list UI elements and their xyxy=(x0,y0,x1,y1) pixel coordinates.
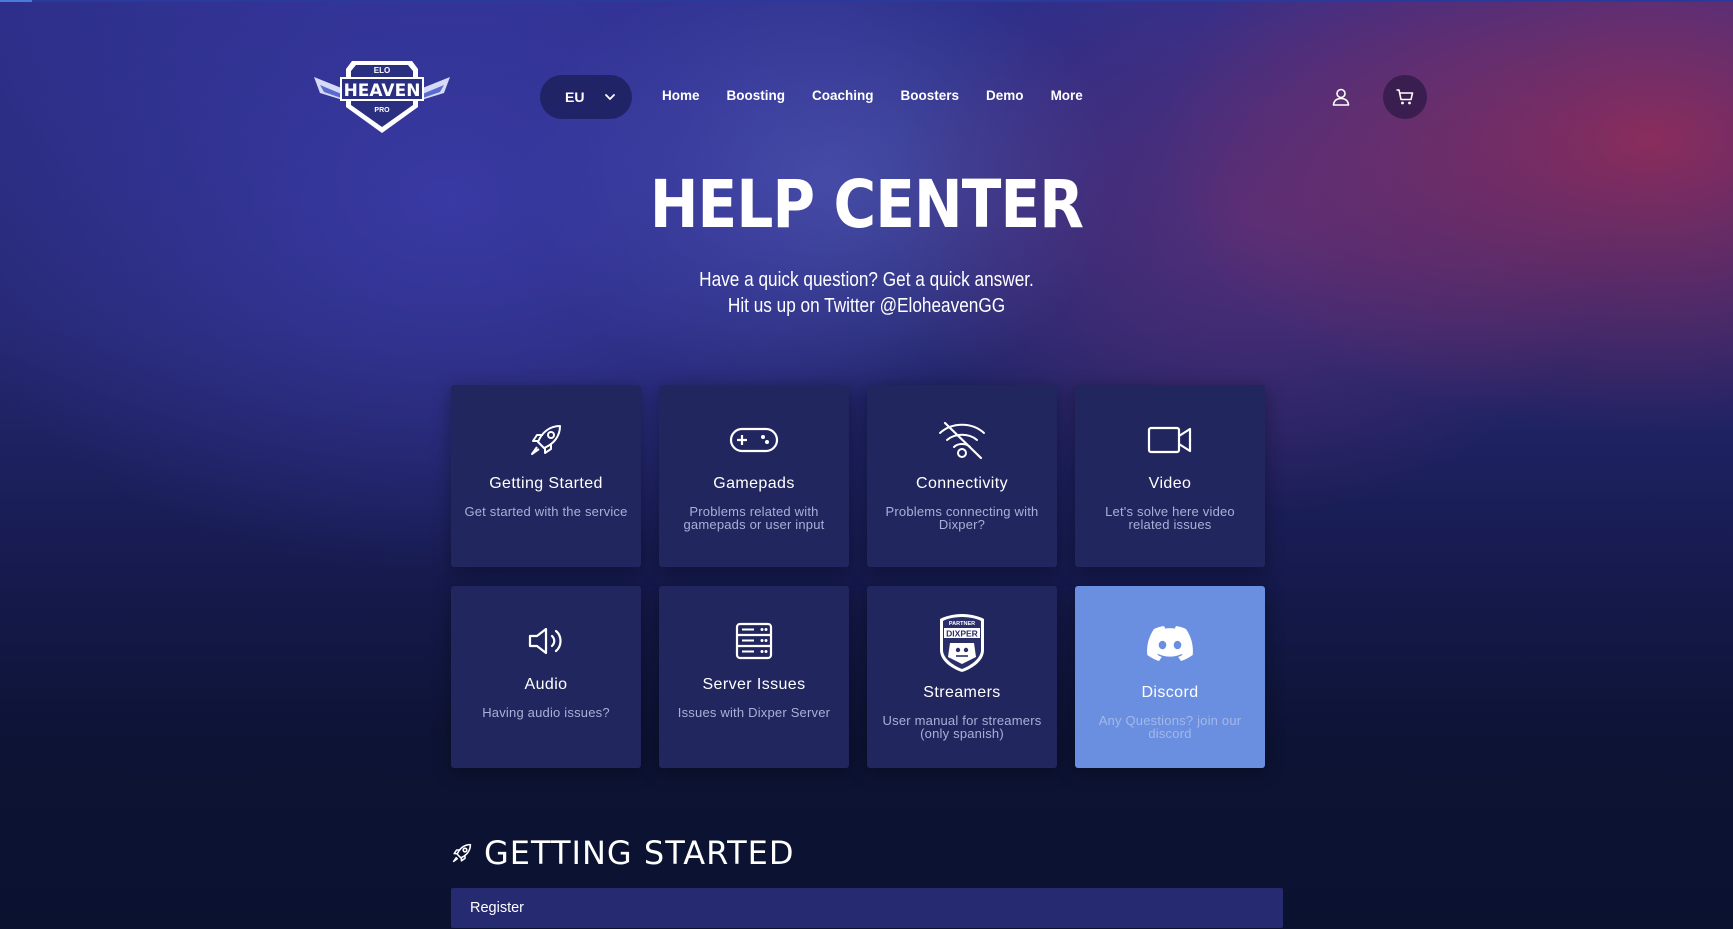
cart-icon xyxy=(1396,89,1414,105)
video-icon xyxy=(1147,419,1193,461)
card-description: Issues with Dixper Server xyxy=(677,705,831,720)
svg-text:ELO: ELO xyxy=(374,66,390,75)
category-card-discord[interactable]: Discord Any Questions? join our discord xyxy=(1075,586,1265,768)
rocket-icon xyxy=(452,843,472,863)
section-title: GETTING STARTED xyxy=(484,834,795,872)
main-nav: Home Boosting Coaching Boosters Demo Mor… xyxy=(662,88,1110,103)
category-card-streamers[interactable]: PARTNER DIXPER Streamers User manual for… xyxy=(867,586,1057,768)
wifi-off-icon xyxy=(937,419,987,461)
cart-button[interactable] xyxy=(1383,75,1427,119)
card-title: Discord xyxy=(1141,684,1199,701)
card-title: Audio xyxy=(524,676,568,693)
card-description: Let's solve here video related issues xyxy=(1105,504,1235,532)
card-title: Gamepads xyxy=(713,475,795,492)
top-progress-line xyxy=(0,0,1733,2)
svg-text:PARTNER: PARTNER xyxy=(949,621,975,627)
card-description: Problems connecting with Dixper? xyxy=(885,504,1039,532)
site-logo[interactable]: ELO HEAVEN PRO xyxy=(310,55,454,135)
hero-subtitle-line2: Hit us up on Twitter @EloheavenGG xyxy=(727,295,1006,317)
card-description: Problems related with gamepads or user i… xyxy=(683,504,825,532)
page: ELO HEAVEN PRO EU Home Boosting Coaching… xyxy=(0,0,1733,929)
card-title: Video xyxy=(1148,475,1192,492)
hero-subtitle-line1: Have a quick question? Get a quick answe… xyxy=(699,269,1034,291)
card-title: Connectivity xyxy=(916,475,1008,492)
svg-text:HEAVEN: HEAVEN xyxy=(344,81,421,101)
speaker-icon xyxy=(526,620,566,662)
svg-text:DIXPER: DIXPER xyxy=(946,629,978,639)
nav-demo[interactable]: Demo xyxy=(986,88,1024,103)
nav-more[interactable]: More xyxy=(1051,88,1083,103)
card-description: User manual for streamers (only spanish) xyxy=(882,713,1042,741)
dixper-partner-badge-icon: PARTNER DIXPER xyxy=(937,612,987,674)
page-title: HELP CENTER xyxy=(649,166,1084,243)
chevron-down-icon xyxy=(605,94,615,101)
faq-item-label: Register xyxy=(470,900,524,916)
nav-home[interactable]: Home xyxy=(662,88,700,103)
card-title: Getting Started xyxy=(489,475,603,492)
nav-coaching[interactable]: Coaching xyxy=(812,88,874,103)
card-title: Server Issues xyxy=(702,676,806,693)
hero-subtitle: Have a quick question? Get a quick answe… xyxy=(121,267,1611,319)
category-card-server-issues[interactable]: Server Issues Issues with Dixper Server xyxy=(659,586,849,768)
category-card-video[interactable]: Video Let's solve here video related iss… xyxy=(1075,385,1265,567)
svg-text:PRO: PRO xyxy=(374,107,390,114)
category-card-gamepads[interactable]: Gamepads Problems related with gamepads … xyxy=(659,385,849,567)
category-card-connectivity[interactable]: Connectivity Problems connecting with Di… xyxy=(867,385,1057,567)
region-selector[interactable]: EU xyxy=(540,75,632,119)
discord-icon xyxy=(1145,612,1195,674)
category-card-getting-started[interactable]: Getting Started Get started with the ser… xyxy=(451,385,641,567)
region-label: EU xyxy=(565,89,585,105)
faq-item-register[interactable]: Register xyxy=(451,888,1283,928)
category-card-audio[interactable]: Audio Having audio issues? xyxy=(451,586,641,768)
logo-shield-icon: ELO HEAVEN PRO xyxy=(314,61,450,133)
rocket-icon xyxy=(526,419,566,461)
nav-boosting[interactable]: Boosting xyxy=(727,88,786,103)
user-icon xyxy=(1332,88,1350,106)
nav-boosters[interactable]: Boosters xyxy=(901,88,960,103)
account-button[interactable] xyxy=(1319,75,1363,119)
card-description: Get started with the service xyxy=(464,504,628,519)
section-header: GETTING STARTED xyxy=(450,834,794,872)
card-description: Any Questions? join our discord xyxy=(1098,713,1242,741)
card-title: Streamers xyxy=(923,684,1001,701)
server-icon xyxy=(734,620,774,662)
gamepad-icon xyxy=(729,419,779,461)
card-description: Having audio issues? xyxy=(482,705,610,720)
